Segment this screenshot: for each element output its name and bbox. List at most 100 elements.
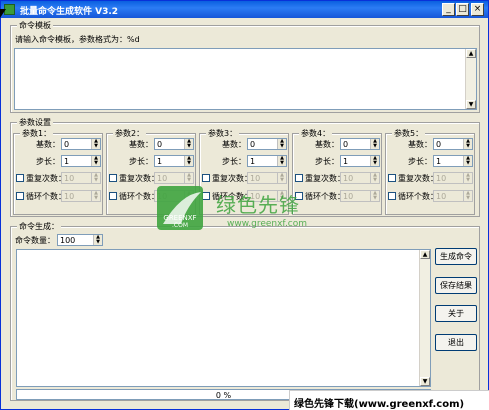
step-stepper[interactable]: 1 ▲ ▼	[247, 155, 287, 167]
count-label: 命令数量：	[15, 236, 55, 245]
step-stepper[interactable]: 1 ▲ ▼	[154, 155, 194, 167]
down-arrow-icon[interactable]: ▼	[278, 161, 286, 166]
save-button[interactable]: 保存结果	[435, 277, 477, 294]
generate-group: 命令生成： 命令数量： 100 ▲ ▼ ▲ ▼ 0 % 生成命令 保存结果 关于 …	[10, 221, 480, 401]
about-button[interactable]: 关于	[435, 305, 477, 322]
down-arrow-icon[interactable]: ▼	[464, 161, 472, 166]
base-stepper-arrows[interactable]: ▲ ▼	[463, 139, 472, 149]
cycle-stepper-arrows[interactable]: ▲▼	[463, 191, 472, 201]
repeat-checkbox[interactable]	[16, 174, 24, 182]
template-group-label: 命令模板	[17, 20, 53, 31]
repeat-stepper[interactable]: 10 ▲ ▼	[154, 172, 194, 184]
cycle-checkbox[interactable]	[109, 192, 117, 200]
base-label: 基数：	[408, 140, 432, 149]
close-button[interactable]: ×	[471, 3, 484, 16]
cycle-checkbox[interactable]	[16, 192, 24, 200]
down-arrow-icon[interactable]: ▼	[92, 161, 100, 166]
repeat-checkbox[interactable]	[295, 174, 303, 182]
down-arrow-icon[interactable]: ▼	[371, 161, 379, 166]
output-textarea[interactable]: ▲ ▼	[16, 249, 431, 387]
template-input[interactable]: ▲ ▼	[14, 48, 477, 110]
down-arrow-icon[interactable]: ▼	[371, 196, 379, 201]
base-stepper[interactable]: 0 ▲ ▼	[433, 138, 473, 150]
count-stepper-arrows[interactable]: ▲ ▼	[93, 235, 102, 245]
step-stepper-arrows[interactable]: ▲ ▼	[91, 156, 100, 166]
main-window: 批量命令生成软件 V3.2 _ □ × 命令模板 请输入命令模板，参数格式为：%…	[0, 0, 489, 410]
cycle-checkbox[interactable]	[388, 192, 396, 200]
cycle-stepper-arrows[interactable]: ▲▼	[91, 191, 100, 201]
base-stepper[interactable]: 0 ▲ ▼	[340, 138, 380, 150]
repeat-stepper-arrows[interactable]: ▲ ▼	[184, 173, 193, 183]
cycle-stepper[interactable]: 10 ▲▼	[433, 190, 473, 202]
down-arrow-icon[interactable]: ▼	[464, 196, 472, 201]
down-arrow-icon[interactable]: ▼	[278, 178, 286, 183]
repeat-stepper-arrows[interactable]: ▲ ▼	[277, 173, 286, 183]
base-stepper-arrows[interactable]: ▲ ▼	[91, 139, 100, 149]
base-stepper-arrows[interactable]: ▲ ▼	[277, 139, 286, 149]
step-stepper-arrows[interactable]: ▲ ▼	[184, 156, 193, 166]
repeat-value: 10	[64, 174, 75, 183]
down-arrow-icon[interactable]: ▼	[185, 161, 193, 166]
down-arrow-icon[interactable]: ▼	[92, 144, 100, 149]
base-stepper[interactable]: 0 ▲ ▼	[154, 138, 194, 150]
repeat-value: 10	[343, 174, 354, 183]
maximize-button[interactable]: □	[456, 3, 469, 16]
cycle-label: 循环个数：	[26, 192, 66, 201]
count-stepper[interactable]: 100 ▲ ▼	[57, 234, 103, 246]
cycle-stepper[interactable]: 10 ▲▼	[61, 190, 101, 202]
base-stepper[interactable]: 0 ▲ ▼	[247, 138, 287, 150]
down-arrow-icon[interactable]: ▼	[464, 178, 472, 183]
generate-button[interactable]: 生成命令	[435, 248, 477, 265]
repeat-stepper[interactable]: 10 ▲ ▼	[61, 172, 101, 184]
repeat-value: 10	[250, 174, 261, 183]
output-scrollbar[interactable]: ▲ ▼	[419, 250, 430, 386]
param-panel-5: 参数5： 基数： 0 ▲ ▼ 步长： 1 ▲ ▼ 重复次数： 10 ▲ ▼ 循环个数：…	[385, 128, 475, 215]
base-stepper[interactable]: 0 ▲ ▼	[61, 138, 101, 150]
step-stepper[interactable]: 1 ▲ ▼	[340, 155, 380, 167]
repeat-checkbox[interactable]	[202, 174, 210, 182]
down-arrow-icon[interactable]: ▼	[278, 144, 286, 149]
scroll-down-arrow-icon[interactable]: ▼	[466, 100, 476, 109]
title-bar[interactable]: 批量命令生成软件 V3.2 _ □ ×	[1, 1, 488, 18]
step-value: 1	[436, 157, 442, 166]
down-arrow-icon[interactable]: ▼	[185, 144, 193, 149]
repeat-checkbox[interactable]	[109, 174, 117, 182]
scroll-up-arrow-icon[interactable]: ▲	[420, 250, 430, 259]
scroll-down-arrow-icon[interactable]: ▼	[420, 377, 430, 386]
base-label: 基数：	[222, 140, 246, 149]
repeat-stepper[interactable]: 10 ▲ ▼	[433, 172, 473, 184]
step-stepper[interactable]: 1 ▲ ▼	[61, 155, 101, 167]
down-arrow-icon[interactable]: ▼	[92, 178, 100, 183]
base-value: 0	[343, 140, 349, 149]
exit-button[interactable]: 退出	[435, 334, 477, 351]
base-stepper-arrows[interactable]: ▲ ▼	[370, 139, 379, 149]
repeat-stepper-arrows[interactable]: ▲ ▼	[91, 173, 100, 183]
step-stepper-arrows[interactable]: ▲ ▼	[277, 156, 286, 166]
template-scrollbar[interactable]: ▲ ▼	[465, 49, 476, 109]
repeat-stepper[interactable]: 10 ▲ ▼	[247, 172, 287, 184]
down-arrow-icon[interactable]: ▼	[371, 144, 379, 149]
step-stepper-arrows[interactable]: ▲ ▼	[463, 156, 472, 166]
down-arrow-icon[interactable]: ▼	[92, 196, 100, 201]
param-title: 参数1：	[20, 128, 54, 139]
repeat-label: 重复次数：	[119, 174, 159, 183]
param-title: 参数2：	[113, 128, 147, 139]
repeat-checkbox[interactable]	[388, 174, 396, 182]
cycle-stepper[interactable]: 10 ▲▼	[340, 190, 380, 202]
down-arrow-icon[interactable]: ▼	[371, 178, 379, 183]
repeat-stepper-arrows[interactable]: ▲ ▼	[370, 173, 379, 183]
step-label: 步长：	[315, 157, 339, 166]
scroll-up-arrow-icon[interactable]: ▲	[466, 49, 476, 58]
step-stepper-arrows[interactable]: ▲ ▼	[370, 156, 379, 166]
minimize-button[interactable]: _	[442, 3, 455, 16]
base-stepper-arrows[interactable]: ▲ ▼	[184, 139, 193, 149]
down-arrow-icon[interactable]: ▼	[185, 178, 193, 183]
generate-group-label: 命令生成：	[17, 221, 61, 232]
step-stepper[interactable]: 1 ▲ ▼	[433, 155, 473, 167]
cycle-stepper-arrows[interactable]: ▲▼	[370, 191, 379, 201]
repeat-label: 重复次数：	[398, 174, 438, 183]
repeat-stepper[interactable]: 10 ▲ ▼	[340, 172, 380, 184]
down-arrow-icon[interactable]: ▼	[464, 144, 472, 149]
repeat-stepper-arrows[interactable]: ▲ ▼	[463, 173, 472, 183]
down-arrow-icon[interactable]: ▼	[94, 240, 102, 245]
